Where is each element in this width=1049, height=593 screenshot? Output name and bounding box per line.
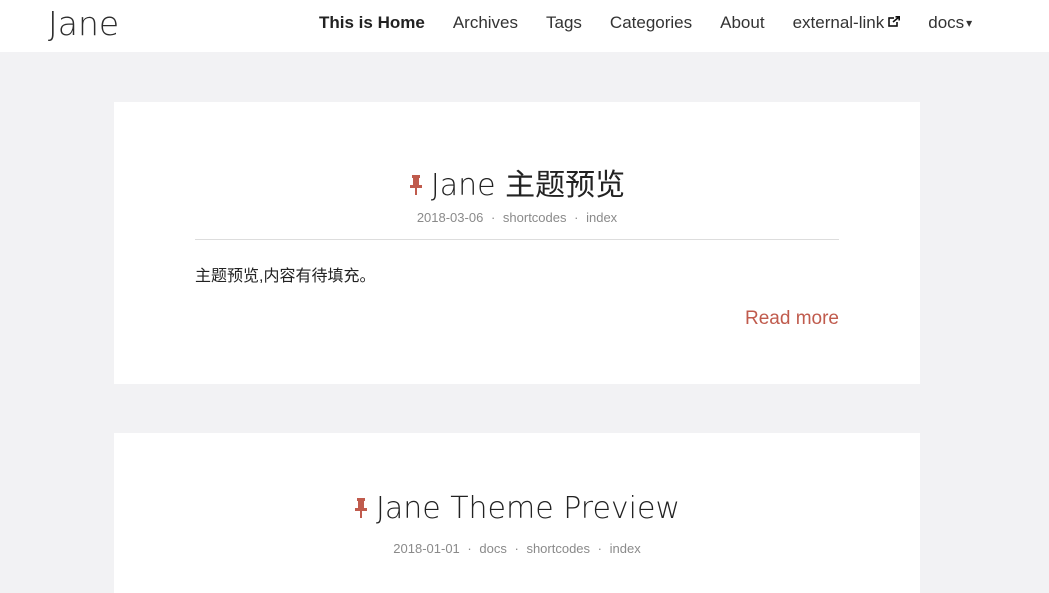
divider [195, 239, 839, 240]
pin-icon [409, 169, 423, 204]
post-category-link[interactable]: index [586, 210, 617, 225]
nav-item-archives[interactable]: Archives [453, 13, 518, 33]
post-category-link[interactable]: index [610, 541, 641, 556]
caret-down-icon: ▾ [966, 16, 973, 30]
read-more-link[interactable]: Read more [745, 308, 839, 330]
post-meta: 2018-03-06 · shortcodes · index [114, 210, 920, 225]
meta-separator: · [514, 541, 519, 556]
nav-item-external-link-label: external-link [792, 13, 885, 32]
post-category-link[interactable]: shortcodes [526, 541, 590, 556]
post-meta: 2018-01-01 · docs · shortcodes · index [114, 541, 920, 556]
nav-item-about[interactable]: About [720, 13, 764, 33]
nav-item-docs-label: docs [928, 13, 965, 32]
post-category-link[interactable]: shortcodes [503, 210, 567, 225]
nav-item-docs[interactable]: docs ▾ [928, 13, 972, 33]
nav-item-categories[interactable]: Categories [610, 13, 692, 33]
post-date: 2018-03-06 [416, 210, 484, 225]
pin-icon [354, 492, 368, 527]
post-title[interactable]: Jane 主题预览 [114, 160, 920, 204]
external-link-icon [888, 13, 901, 33]
meta-separator: · [597, 541, 602, 556]
post-summary: 主题预览,内容有待填充。 [195, 268, 376, 285]
meta-separator: · [574, 210, 579, 225]
post-card: Jane Theme Preview 2018-01-01 · docs · s… [114, 433, 920, 593]
nav-item-tags[interactable]: Tags [546, 13, 582, 33]
post-card: Jane 主题预览 2018-03-06 · shortcodes · inde… [114, 102, 920, 384]
post-title-text: Jane Theme Preview [375, 491, 681, 526]
site-header: Jane This is Home Archives Tags Categori… [0, 0, 1049, 52]
nav-item-home[interactable]: This is Home [319, 13, 425, 33]
post-date: 2018-01-01 [393, 541, 460, 556]
post-title-text: Jane 主题预览 [430, 168, 626, 203]
post-category-link[interactable]: docs [479, 541, 506, 556]
meta-separator: · [490, 210, 496, 225]
nav-item-external-link[interactable]: external-link [793, 13, 901, 33]
site-logo[interactable]: Jane [48, 4, 119, 43]
meta-separator: · [467, 541, 472, 556]
post-title[interactable]: Jane Theme Preview [114, 491, 920, 527]
main-nav: This is Home Archives Tags Categories Ab… [319, 13, 1000, 33]
